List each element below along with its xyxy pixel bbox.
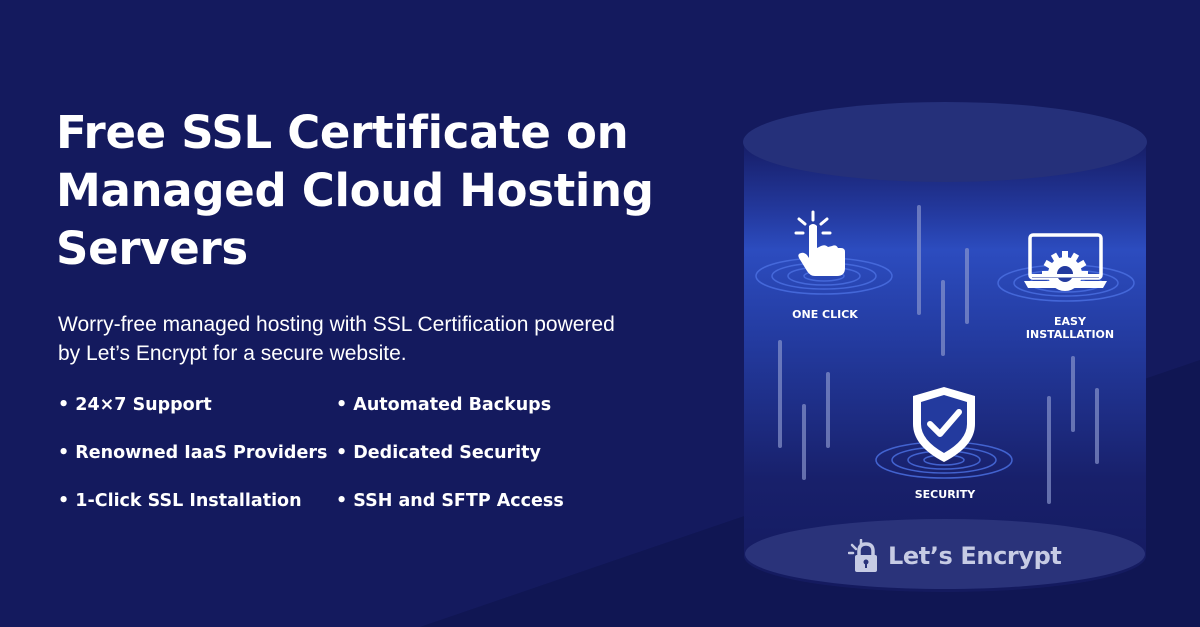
padlock-icon: [848, 539, 877, 572]
one-click-label: ONE CLICK: [792, 308, 858, 321]
easy-installation-label-line2: INSTALLATION: [1025, 328, 1115, 341]
server-cylinder-illustration: [743, 102, 1147, 592]
easy-installation-label-line1: EASY: [1054, 315, 1086, 328]
easy-installation-label: EASY INSTALLATION: [1010, 315, 1130, 341]
cylinder-top: [743, 102, 1147, 182]
security-label: SECURITY: [914, 488, 976, 501]
brand-name: Let’s Encrypt: [888, 542, 1062, 570]
lets-encrypt-logo: Let’s Encrypt: [848, 536, 1062, 576]
